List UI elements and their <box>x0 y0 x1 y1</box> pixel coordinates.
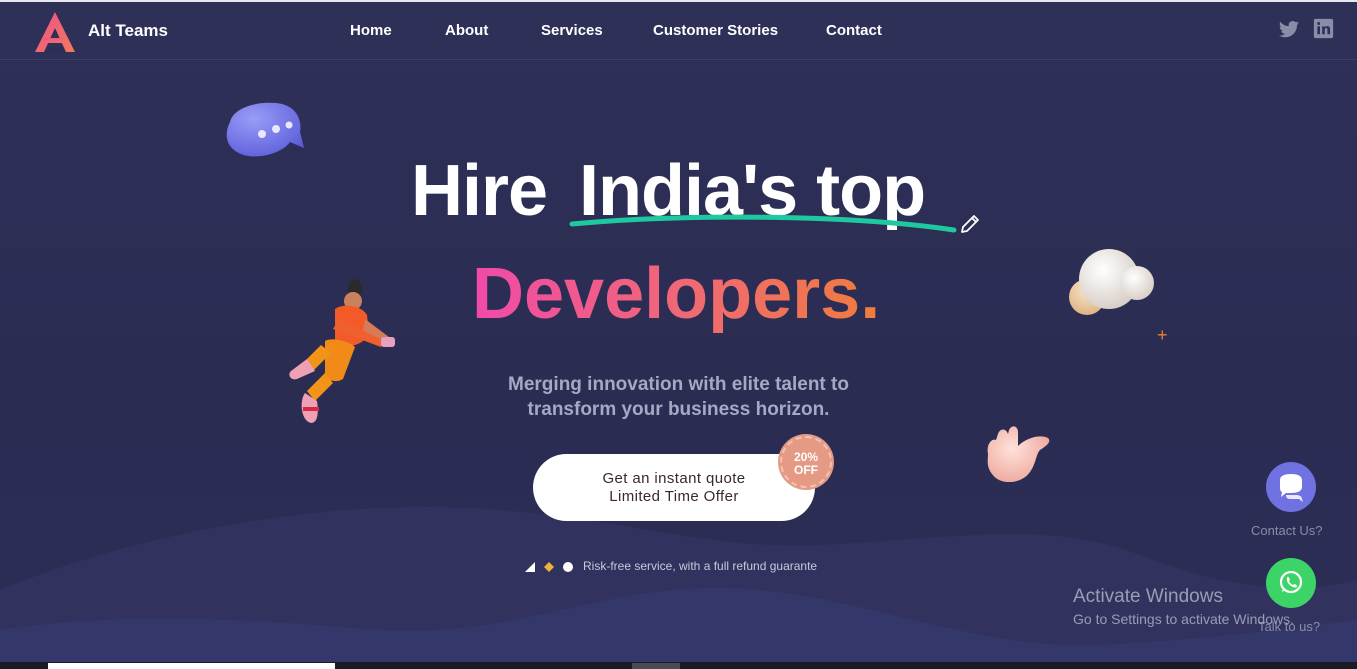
nav-services[interactable]: Services <box>541 22 603 39</box>
site-header: Alt Teams Home About Services Customer S… <box>0 2 1357 60</box>
cta-line1: Get an instant quote <box>602 469 746 487</box>
nav-home[interactable]: Home <box>350 22 392 39</box>
whatsapp-button[interactable] <box>1266 558 1316 608</box>
sparkle-plus-icon: + <box>1157 325 1168 345</box>
twitter-icon[interactable] <box>1278 18 1300 40</box>
cloud-3d-icon <box>1069 249 1154 315</box>
activate-windows-subtitle: Go to Settings to activate Windows. <box>1073 611 1294 627</box>
highlight-underline <box>569 214 957 233</box>
chat-icon <box>1280 474 1303 502</box>
cta-line2: Limited Time Offer <box>609 487 739 505</box>
hero-subtitle: Merging innovation with elite talent to … <box>0 372 1357 422</box>
discount-badge: 20% OFF <box>780 436 832 488</box>
hero-title-hire: Hire <box>411 151 548 231</box>
brand-name[interactable]: Alt Teams <box>88 21 168 41</box>
risk-free-text: Risk-free service, with a full refund gu… <box>583 559 818 573</box>
alt-teams-logo-icon[interactable] <box>33 10 77 54</box>
contact-chat-button[interactable] <box>1266 462 1316 512</box>
bottom-strip-tab <box>48 663 335 669</box>
nav-contact[interactable]: Contact <box>826 22 882 39</box>
hero-subtitle-line1: Merging innovation with elite talent to <box>508 374 849 395</box>
activate-windows-title: Activate Windows <box>1073 586 1223 607</box>
hero-subtitle-line2: transform your business horizon. <box>527 399 830 420</box>
bottom-strip-segment <box>632 663 680 669</box>
contact-us-label: Contact Us? <box>1251 523 1323 538</box>
hand-gesture-3d-icon <box>987 426 1050 483</box>
nav-customer-stories[interactable]: Customer Stories <box>653 22 778 39</box>
hero-title-developers: Developers. <box>472 254 880 334</box>
nav-about[interactable]: About <box>445 22 488 39</box>
pencil-icon <box>961 215 979 233</box>
badge-off: OFF <box>794 463 818 477</box>
instant-quote-button[interactable]: Get an instant quote Limited Time Offer <box>533 454 815 521</box>
landing-page: Alt Teams Home About Services Customer S… <box>0 0 1357 669</box>
whatsapp-icon <box>1279 570 1303 594</box>
hero-title-line2: Developers. <box>470 252 895 342</box>
linkedin-icon[interactable] <box>1313 18 1334 39</box>
decorative-shapes-icon <box>525 562 573 572</box>
